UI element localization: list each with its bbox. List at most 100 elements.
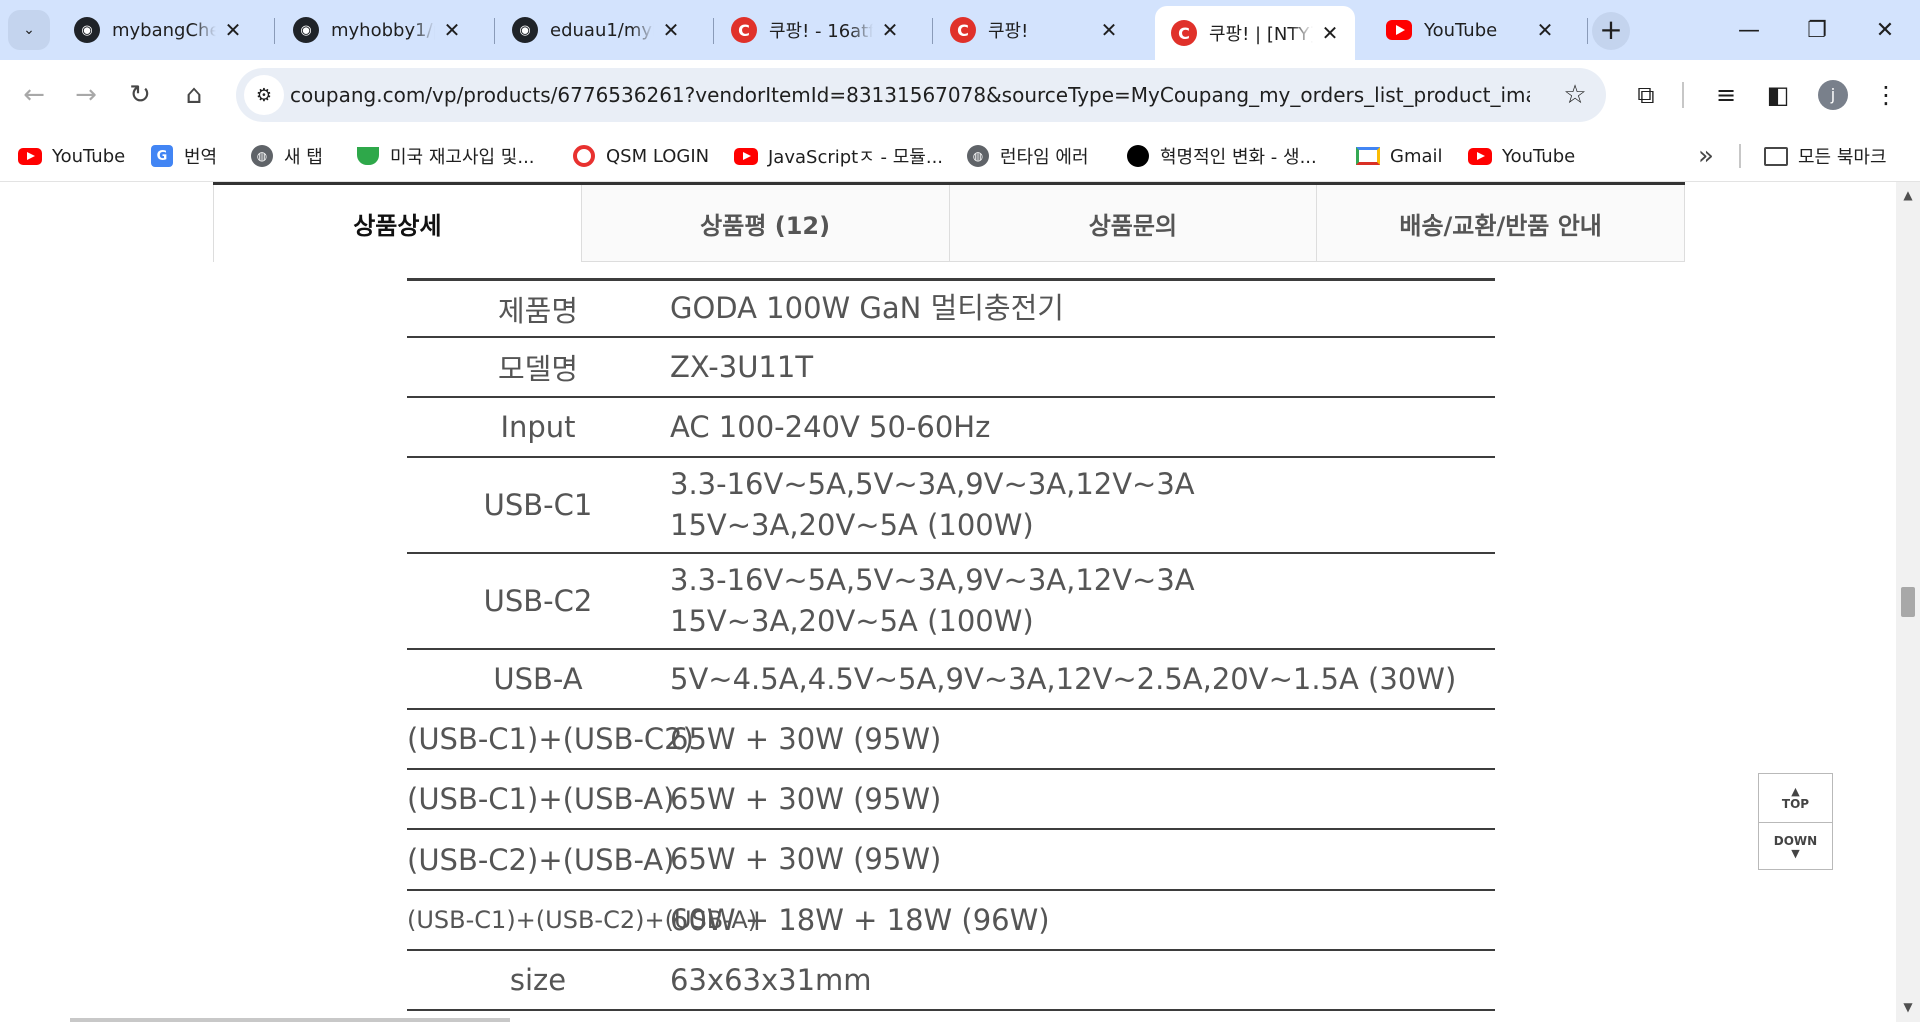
bookmark-item[interactable]: 혁명적인 변화 - 생... (1126, 140, 1317, 172)
spec-value-line: 5V~4.5A,4.5V~5A,9V~3A,12V~2.5A,20V~1.5A … (670, 661, 1457, 696)
black-dot-icon (1126, 144, 1150, 168)
bookmark-star-icon[interactable]: ☆ (1558, 78, 1592, 112)
all-bookmarks-folder[interactable]: 모든 북마크 (1764, 140, 1887, 172)
spec-key: (USB-C1)+(USB-A) (407, 782, 675, 816)
tab-title: mybangCheck (112, 19, 216, 41)
bookmark-label: 모든 북마크 (1798, 147, 1887, 168)
bookmark-label: 혁명적인 변화 - 생... (1160, 147, 1317, 168)
spec-row: (USB-C2)+(USB-A) 65W + 30W (95W) (407, 830, 1495, 891)
minimize-button[interactable]: — (1714, 0, 1784, 60)
tab-separator (1587, 18, 1588, 44)
close-tab-icon[interactable]: ✕ (1098, 18, 1120, 42)
tab-search-button[interactable]: ⌄ (8, 10, 50, 50)
bookmark-item[interactable]: YouTube (1468, 140, 1575, 172)
bookmark-item[interactable]: ◍ 런타임 에러 (966, 140, 1089, 172)
spec-value-line: ZX-3U11T (670, 349, 814, 384)
globe-icon: ◍ (250, 144, 274, 168)
browser-tab[interactable]: ◉ myhobby1/pc ✕ (277, 6, 477, 54)
close-tab-icon[interactable]: ✕ (441, 18, 463, 42)
browser-tab-active[interactable]: C 쿠팡! | [NTY] G ✕ (1155, 6, 1355, 60)
scroll-up-arrow-icon[interactable]: ▲ (1896, 188, 1920, 204)
home-button[interactable]: ⌂ (172, 73, 216, 117)
tab-inquiries[interactable]: 상품문의 (948, 185, 1317, 262)
chevron-down-icon: ⌄ (23, 22, 35, 38)
browser-toolbar: ← → ↻ ⌂ ⚙ coupang.com/vp/products/677653… (0, 60, 1920, 130)
spec-value: 3.3-16V~5A,5V~3A,9V~3A,12V~3A 15V~3A,20V… (669, 464, 1495, 546)
chevron-double-right-icon[interactable]: » (1690, 140, 1722, 172)
bookmark-item[interactable]: YouTube (18, 140, 125, 172)
spec-row: 제품명 GODA 100W GaN 멀티충전기 (407, 278, 1495, 338)
site-info-icon[interactable]: ⚙ (244, 75, 284, 115)
bookmark-item[interactable]: 미국 재고사입 및... (356, 140, 535, 172)
spec-row: (USB-C1)+(USB-A) 65W + 30W (95W) (407, 770, 1495, 830)
address-bar[interactable]: ⚙ coupang.com/vp/products/6776536261?ven… (236, 68, 1606, 122)
new-tab-button[interactable]: + (1592, 12, 1630, 50)
spec-key: (USB-C1)+(USB-C2)+(USB-A) (407, 906, 758, 934)
forward-button[interactable]: → (64, 73, 108, 117)
youtube-icon (18, 144, 42, 168)
folder-icon (1764, 144, 1788, 168)
vertical-scrollbar[interactable]: ▲ ▼ (1896, 182, 1920, 1022)
bookmark-item[interactable]: JavaScriptㅈ - 모듈... (734, 140, 943, 172)
bookmark-item[interactable]: Gmail (1356, 140, 1443, 172)
arrow-right-icon: → (75, 80, 97, 110)
spec-key: 제품명 (497, 293, 579, 328)
coupang-icon: C (731, 17, 757, 43)
media-control-icon[interactable]: ≡ (1704, 73, 1748, 117)
spec-value: 65W + 30W (95W) (669, 779, 1495, 820)
spec-row: (USB-C1)+(USB-C2)+(USB-A) 60W + 18W + 18… (407, 891, 1495, 951)
spec-value-line: GODA 100W GaN 멀티충전기 (670, 291, 1064, 325)
tab-product-detail[interactable]: 상품상세 (213, 185, 581, 262)
browser-tab[interactable]: ◉ eduau1/myba ✕ (496, 6, 696, 54)
horizontal-scrollbar-thumb[interactable] (70, 1018, 510, 1022)
side-panel-icon[interactable]: ◧ (1756, 73, 1800, 117)
scrollbar-thumb[interactable] (1901, 587, 1915, 617)
bookmark-item[interactable]: QSM LOGIN (572, 140, 709, 172)
bookmark-label: JavaScriptㅈ - 모듈... (768, 147, 944, 168)
q-icon (572, 144, 596, 168)
youtube-icon (1468, 144, 1492, 168)
close-tab-icon[interactable]: ✕ (1534, 18, 1556, 42)
spec-key: 모델명 (497, 352, 579, 386)
globe-icon: ◍ (966, 144, 990, 168)
menu-kebab-icon[interactable]: ⋮ (1864, 73, 1908, 117)
scroll-top-button[interactable]: ▲ TOP (1759, 774, 1832, 822)
browser-tab[interactable]: ◉ mybangCheck ✕ (58, 6, 258, 54)
tab-reviews[interactable]: 상품평 (12) (580, 185, 949, 262)
coupang-icon: C (950, 17, 976, 43)
close-tab-icon[interactable]: ✕ (1319, 21, 1341, 45)
tab-shipping-return[interactable]: 배송/교환/반품 안내 (1316, 185, 1685, 262)
close-tab-icon[interactable]: ✕ (660, 18, 682, 42)
scroll-down-button[interactable]: DOWN ▼ (1759, 822, 1832, 870)
reload-button[interactable]: ↻ (118, 73, 162, 117)
bookmark-label: 새 탭 (284, 147, 323, 168)
bookmarks-bar: YouTube G 번역 ◍ 새 탭 미국 재고사입 및... QSM LOGIN … (0, 130, 1920, 182)
github-icon: ◉ (74, 17, 100, 43)
back-button[interactable]: ← (12, 73, 56, 117)
github-icon: ◉ (293, 17, 319, 43)
profile-avatar[interactable]: j (1818, 80, 1848, 110)
gmail-icon (1356, 144, 1380, 168)
bookmark-item[interactable]: ◍ 새 탭 (250, 140, 323, 172)
scroll-down-arrow-icon[interactable]: ▼ (1896, 1000, 1920, 1016)
close-window-button[interactable]: ✕ (1850, 0, 1920, 60)
bookmark-item[interactable]: G 번역 (150, 140, 217, 172)
restore-button[interactable]: ❐ (1782, 0, 1852, 60)
url-text[interactable]: coupang.com/vp/products/6776536261?vendo… (290, 68, 1530, 122)
bookmark-label: 번역 (184, 147, 218, 168)
spec-value-line: 63x63x31mm (670, 962, 872, 997)
tab-separator (494, 18, 495, 44)
extensions-icon[interactable]: ⧉ (1624, 73, 1668, 117)
browser-tab[interactable]: C 쿠팡! ✕ (934, 6, 1134, 54)
browser-tab[interactable]: YouTube ✕ (1370, 6, 1570, 54)
spec-value: 5V~4.5A,4.5V~5A,9V~3A,12V~2.5A,20V~1.5A … (669, 659, 1495, 700)
close-tab-icon[interactable]: ✕ (879, 18, 901, 42)
scroll-top-label: TOP (1781, 796, 1810, 811)
browser-tab[interactable]: C 쿠팡! - 16atf5 ✕ (715, 6, 915, 54)
reload-icon: ↻ (129, 80, 151, 110)
spec-key: (USB-C1)+(USB-C2) (407, 722, 694, 756)
spec-value-line: 15V~3A,20V~5A (100W) (670, 604, 1034, 638)
scroll-float-nav: ▲ TOP DOWN ▼ (1758, 773, 1833, 870)
youtube-icon (734, 144, 758, 168)
close-tab-icon[interactable]: ✕ (222, 18, 244, 42)
